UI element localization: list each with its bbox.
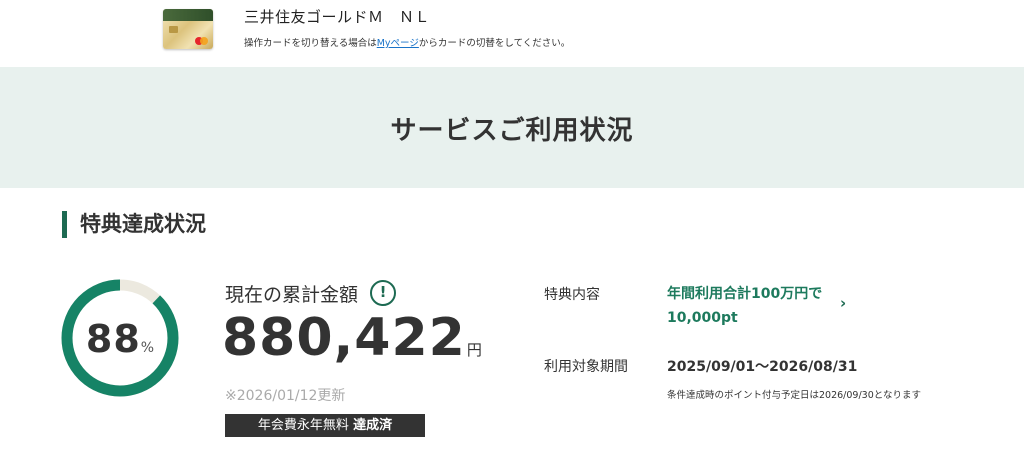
benefit-label: 特典内容: [544, 287, 600, 303]
amount-number: 880,422: [222, 308, 466, 368]
progress-unit: %: [140, 340, 155, 356]
chevron-right-icon: ›: [840, 294, 847, 312]
mastercard-logo-yellow: [200, 37, 208, 45]
amount-value: 880,422円: [222, 308, 482, 368]
period-value: 2025/09/01～2026/08/31: [667, 359, 858, 375]
benefit-details-link[interactable]: 年間利用合計100万円で 10,000pt ›: [667, 282, 857, 330]
section-title: 特典達成状況: [80, 212, 206, 236]
achieved-badge: 年会費永年無料 達成済: [225, 414, 425, 437]
card-stripe: [163, 9, 213, 21]
amount-label: 現在の累計金額: [225, 284, 359, 306]
section-heading-bar: [62, 211, 67, 238]
mypage-link[interactable]: Myページ: [377, 38, 419, 49]
progress-percent: 88: [85, 317, 141, 361]
progress-value: 88%: [60, 317, 180, 361]
card-header: 三井住友ゴールドＭ ＮＬ 操作カードを切り替える場合はMyページからカードの切替…: [0, 0, 1024, 67]
badge-status: 達成済: [353, 418, 393, 433]
credit-card-image: [163, 9, 213, 49]
title-band: サービスご利用状況: [0, 67, 1024, 188]
card-note-after: からカードの切替をしてください。: [418, 38, 571, 49]
card-chip: [169, 26, 178, 33]
card-note-before: 操作カードを切り替える場合は: [244, 38, 377, 49]
page-title: サービスご利用状況: [390, 116, 634, 146]
card-switch-note: 操作カードを切り替える場合はMyページからカードの切替をしてください。: [244, 35, 570, 49]
benefit-line-1: 年間利用合計100万円で: [667, 286, 823, 302]
update-date: ※2026/01/12更新: [225, 388, 346, 404]
period-label: 利用対象期間: [544, 359, 628, 375]
badge-label: 年会費永年無料: [257, 418, 349, 433]
card-name: 三井住友ゴールドＭ ＮＬ: [244, 8, 431, 26]
point-grant-note: 条件達成時のポイント付与予定日は2026/09/30となります: [667, 390, 921, 401]
info-icon[interactable]: !: [370, 280, 396, 306]
benefit-line-2: 10,000pt: [667, 310, 738, 326]
amount-unit: 円: [466, 341, 482, 359]
